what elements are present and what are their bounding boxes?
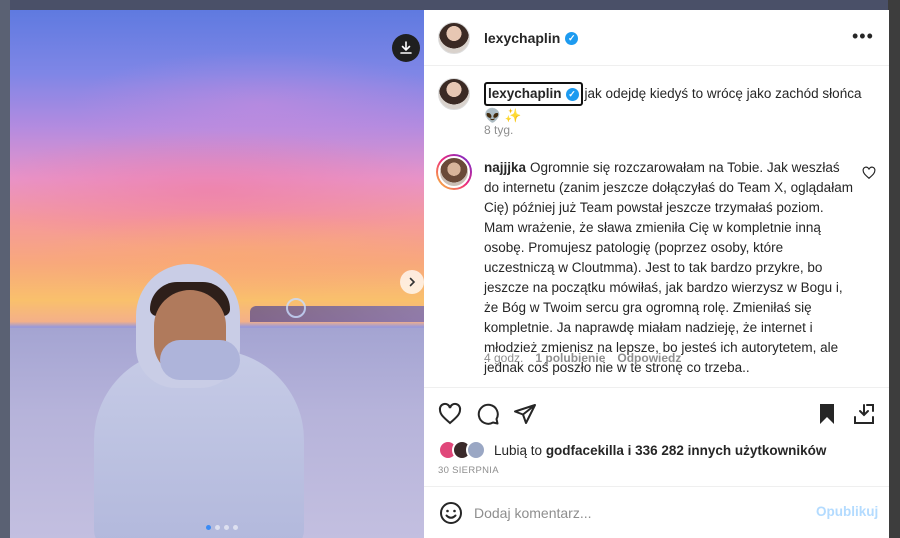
caption-username[interactable]: lexychaplin ✓ <box>484 82 583 106</box>
download-icon <box>400 41 412 54</box>
post-actions <box>424 387 889 437</box>
comment-input[interactable] <box>474 502 804 524</box>
post-header: lexychaplin ✓ ••• <box>424 10 889 66</box>
emoji-icon[interactable] <box>439 501 463 525</box>
likes-count-link[interactable]: i 336 282 innych użytkowników <box>628 443 827 458</box>
download-button[interactable] <box>392 34 420 62</box>
comment-likes-link[interactable]: 1 polubienie <box>535 351 605 365</box>
author-username[interactable]: lexychaplin ✓ <box>484 30 579 46</box>
caption-timestamp[interactable]: 8 tyg. <box>484 123 513 137</box>
carousel-dot <box>224 525 229 530</box>
comment-text: Ogromnie się rozczarowałam na Tobie. Jak… <box>484 160 853 375</box>
carousel-dot <box>233 525 238 530</box>
comment-composer: Opublikuj <box>424 486 889 538</box>
ferris-wheel <box>286 298 306 318</box>
carousel-dot <box>206 525 211 530</box>
heart-icon[interactable] <box>862 166 876 180</box>
person-hands <box>160 340 240 380</box>
like-icon[interactable] <box>438 402 462 426</box>
avatar <box>466 440 486 460</box>
commenter-username[interactable]: najjjka <box>484 160 526 175</box>
comment-timestamp[interactable]: 4 godz. <box>484 351 523 365</box>
caption: lexychaplin ✓ jak odejdę kiedyś to wrócę j… <box>484 82 864 126</box>
carousel-next-button[interactable] <box>400 270 424 294</box>
share-icon[interactable] <box>513 402 537 426</box>
post-date[interactable]: 30 SIERPNIA <box>438 465 499 476</box>
liker-avatars[interactable] <box>438 440 486 460</box>
save-download-icon[interactable] <box>852 402 876 426</box>
likes-prefix: Lubią to <box>494 442 543 458</box>
reply-button[interactable]: Odpowiedz <box>617 351 681 365</box>
verified-icon: ✓ <box>565 31 579 45</box>
publish-button[interactable]: Opublikuj <box>816 504 878 519</box>
comment-meta: 4 godz. 1 polubienie Odpowiedz <box>484 351 681 365</box>
caption-avatar[interactable] <box>438 78 470 110</box>
author-username-text[interactable]: lexychaplin <box>484 30 560 46</box>
carousel-dot <box>215 525 220 530</box>
comment-icon[interactable] <box>476 402 500 426</box>
commenter-avatar[interactable] <box>436 154 472 190</box>
verified-icon: ✓ <box>565 87 579 101</box>
post-details-panel: lexychaplin ✓ ••• lexychaplin ✓ jak odejdę… <box>424 10 889 538</box>
carousel-indicator <box>206 525 238 530</box>
pier <box>250 306 424 322</box>
backdrop <box>0 0 900 10</box>
likes-summary: Lubią to godfacekilla i 336 282 innych u… <box>438 440 826 460</box>
post-photo[interactable] <box>10 10 424 538</box>
commenter-avatar-image <box>438 156 470 188</box>
bookmark-icon[interactable] <box>815 402 839 426</box>
liker-username[interactable]: godfacekilla <box>546 443 624 458</box>
backdrop-right <box>888 0 900 538</box>
more-options-button[interactable]: ••• <box>852 26 874 47</box>
avatar[interactable] <box>438 22 470 54</box>
backdrop-left <box>0 0 10 538</box>
comment: najjjka Ogromnie się rozczarowałam na Tob… <box>484 158 854 378</box>
chevron-right-icon <box>409 277 416 287</box>
caption-username-text[interactable]: lexychaplin <box>488 84 562 104</box>
